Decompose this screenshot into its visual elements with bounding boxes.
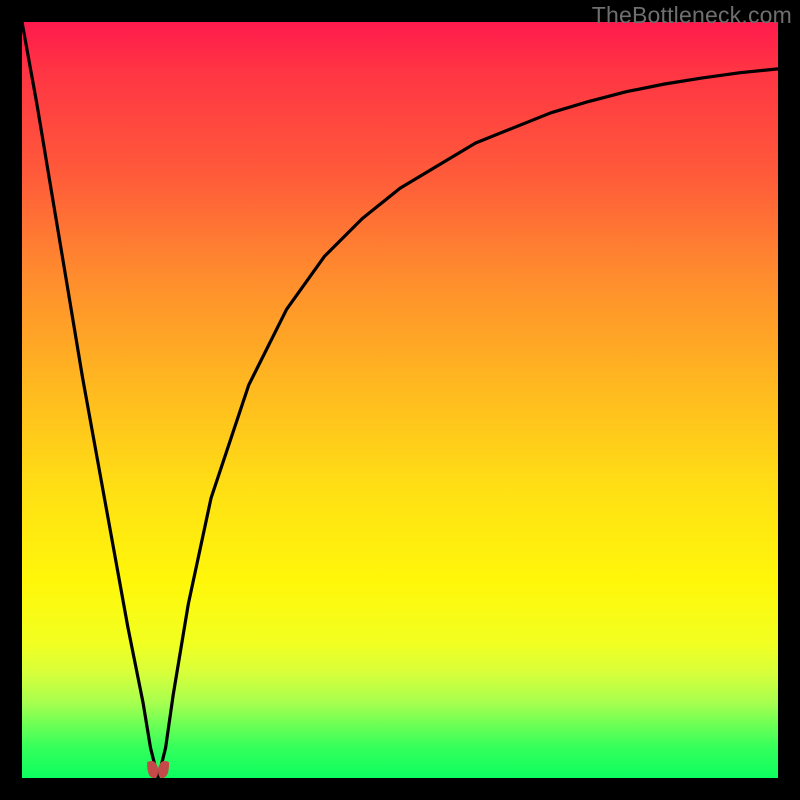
chart-stage: TheBottleneck.com	[0, 0, 800, 800]
watermark-text: TheBottleneck.com	[592, 2, 792, 29]
gradient-background	[22, 22, 778, 778]
